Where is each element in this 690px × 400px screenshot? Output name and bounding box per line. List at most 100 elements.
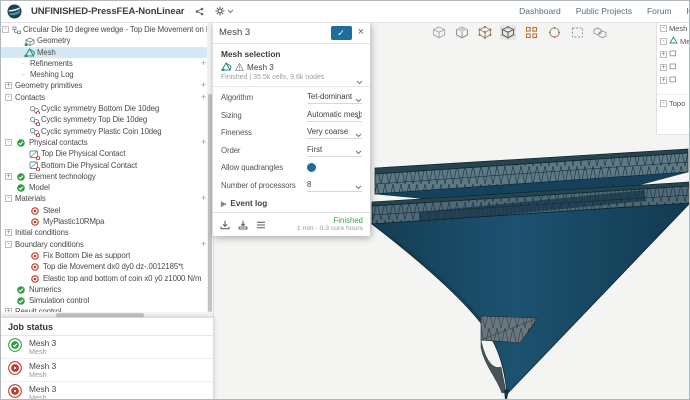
status-check-icon (17, 184, 25, 192)
add-icon[interactable]: + (201, 239, 206, 250)
tree-item-boundary-conditions[interactable]: - Boundary conditions + (0, 239, 213, 250)
tree-item-myplastic10rmpa[interactable]: MyPlastic10RMpa (0, 216, 213, 227)
field-value-fineness[interactable]: Very coarse (307, 126, 362, 140)
tree-item-refinements[interactable]: - Refinements + (0, 58, 213, 69)
scene-item[interactable]: + (657, 61, 690, 74)
tree-item-cyclic-symmetry-plastic-coin-10deg[interactable]: Cyclic symmetry Plastic Coin 10deg (0, 126, 213, 137)
tree-item-fix-bottom-die-as-support[interactable]: Fix Bottom Die as support (0, 250, 213, 261)
tree-item-bottom-die-physical-contact[interactable]: Bottom Die Physical Contact (0, 160, 213, 171)
fit-view-icon[interactable] (431, 25, 447, 40)
tree-item-physical-contacts[interactable]: - Physical contacts + (0, 137, 213, 148)
collapse-icon[interactable]: - (660, 25, 667, 32)
tree-item-initial-conditions[interactable]: + Initial conditions (0, 227, 213, 238)
warning-icon (234, 62, 245, 73)
download-log-icon[interactable] (238, 220, 248, 230)
scene-item[interactable]: + (657, 48, 690, 61)
add-icon[interactable]: + (201, 137, 206, 148)
app-logo-icon[interactable] (7, 4, 22, 19)
expand-icon[interactable]: + (660, 77, 667, 84)
tree-item-meshing-log[interactable]: - Meshing Log (0, 69, 213, 80)
add-icon[interactable]: + (201, 193, 206, 204)
tree-item-geometry[interactable]: Geometry (0, 35, 213, 46)
scene-item-topo[interactable]: - Topo (657, 94, 690, 110)
job-row[interactable]: Mesh 3 Mesh (0, 382, 213, 400)
collapse-icon[interactable]: - (5, 240, 12, 248)
tree-item-label: Materials (15, 194, 46, 204)
tree-item-label: Numerics (29, 284, 62, 294)
expand-icon[interactable]: + (660, 64, 667, 71)
orientation-cube-icon[interactable] (454, 25, 470, 40)
scene-item-mesh-3[interactable]: - Mesh 3 (657, 35, 690, 48)
tree-item-label: MyPlastic10RMpa (43, 217, 105, 227)
tree-item-element-technology[interactable]: + Element technology (0, 171, 213, 182)
status-error-icon (31, 263, 39, 272)
mesh-view-icon[interactable] (500, 25, 516, 40)
settings-gear-icon[interactable] (215, 6, 234, 16)
collapse-icon[interactable]: - (5, 93, 12, 101)
tree-item-circular-die-10-degree-wedge-top-die-movement-on-myplastic-c[interactable]: - Circular Die 10 degree wedge - Top Die … (0, 24, 213, 35)
tree-item-mesh[interactable]: Mesh (0, 46, 213, 58)
job-status-text: Finished (333, 216, 363, 225)
expand-icon[interactable]: + (660, 51, 667, 58)
tree-item-cyclic-symmetry-top-die-10deg[interactable]: Cyclic symmetry Top Die 10deg (0, 114, 213, 126)
part-icon (669, 48, 677, 61)
meshing-log-list-icon[interactable] (256, 221, 266, 229)
tree-item-numerics[interactable]: Numerics (0, 284, 213, 295)
job-row[interactable]: Mesh 3 Mesh (0, 336, 213, 359)
nav-link-forum[interactable]: Forum (647, 6, 672, 16)
nav-link-public-projects[interactable]: Public Projects (576, 6, 632, 16)
selection-box-icon[interactable] (569, 25, 585, 40)
mesh-selection-dropdown[interactable]: Mesh 3 Finished | 35.5k cells, 9.6k node… (213, 60, 370, 87)
nav-link-dashboard[interactable]: Dashboard (519, 6, 561, 16)
collapse-icon[interactable]: - (660, 38, 667, 45)
collapse-icon[interactable]: - (5, 138, 12, 146)
add-icon[interactable]: + (201, 58, 206, 69)
field-value-order[interactable]: First (307, 144, 362, 157)
field-value-number-of-processors[interactable]: 8 (307, 179, 362, 192)
expand-icon[interactable]: + (5, 82, 12, 90)
node-display-icon[interactable] (546, 25, 562, 40)
tree-item-label: Initial conditions (15, 228, 69, 238)
tree-item-elastic-top-and-bottom-of-coin-x0-y0-z1000-n-m[interactable]: Elastic top and bottom of coin x0 y0 z10… (0, 273, 213, 284)
surface-mesh-icon[interactable] (477, 25, 493, 40)
mesh-part-icon (669, 35, 678, 48)
field-value-sizing[interactable]: Automatic mesh sizin (307, 109, 362, 122)
tree-item-materials[interactable]: - Materials + (0, 193, 213, 204)
top-bar: UNFINISHED-PressFEA-NonLinear Dashboard P… (0, 0, 690, 23)
toggle-allow-quadrangles[interactable] (307, 163, 316, 173)
explode-view-icon[interactable] (523, 25, 539, 40)
part-icon (669, 74, 677, 87)
scene-item-label: Mesh 3 (680, 37, 690, 46)
tree-item-label: Element technology (29, 171, 96, 181)
event-log-expander[interactable]: ▶ Event log (213, 194, 370, 212)
apply-button[interactable]: ✓ (330, 25, 352, 40)
tree-item-cyclic-symmetry-bottom-die-10deg[interactable]: Cyclic symmetry Bottom Die 10deg (0, 103, 213, 115)
expand-icon[interactable]: + (5, 229, 12, 237)
tree-item-label: Steel (43, 205, 61, 215)
download-mesh-icon[interactable] (220, 220, 230, 230)
tree-item-top-die-movement-dx0-dy0-dz-0012185-t[interactable]: Top die Movement dx0 dy0 dz-.0012185*t (0, 261, 213, 272)
tree-item-model[interactable]: Model (0, 182, 213, 193)
field-value-algorithm[interactable]: Tet-dominant (307, 91, 362, 105)
collapse-icon[interactable]: - (660, 100, 667, 107)
add-icon[interactable]: + (201, 92, 206, 103)
entity-group-icon[interactable] (592, 25, 608, 40)
tree-item-label: Mesh (37, 47, 56, 57)
collapse-icon[interactable]: - (2, 26, 9, 33)
scene-item[interactable]: + (657, 74, 690, 87)
tree-item-contacts[interactable]: - Contacts + (0, 92, 213, 103)
nav-link-help[interactable]: Help (687, 6, 690, 16)
tree-item-geometry-primitives[interactable]: + Geometry primitives + (0, 80, 213, 91)
close-icon[interactable]: × (358, 27, 364, 38)
job-row[interactable]: Mesh 3 Mesh (0, 359, 213, 382)
tree-item-top-die-physical-contact[interactable]: Top Die Physical Contact (0, 148, 213, 160)
share-icon[interactable] (195, 7, 204, 16)
scene-item-mesh[interactable]: - Mesh (657, 22, 690, 35)
tree-item-simulation-control[interactable]: Simulation control (0, 295, 213, 306)
app-window: UNFINISHED-PressFEA-NonLinear Dashboard P… (0, 0, 690, 400)
tree-item-steel[interactable]: Steel (0, 205, 213, 216)
add-icon[interactable]: + (201, 80, 206, 91)
collapse-icon[interactable]: - (5, 195, 12, 203)
expand-icon[interactable]: + (5, 172, 12, 180)
field-label-fineness: Fineness (221, 128, 252, 138)
